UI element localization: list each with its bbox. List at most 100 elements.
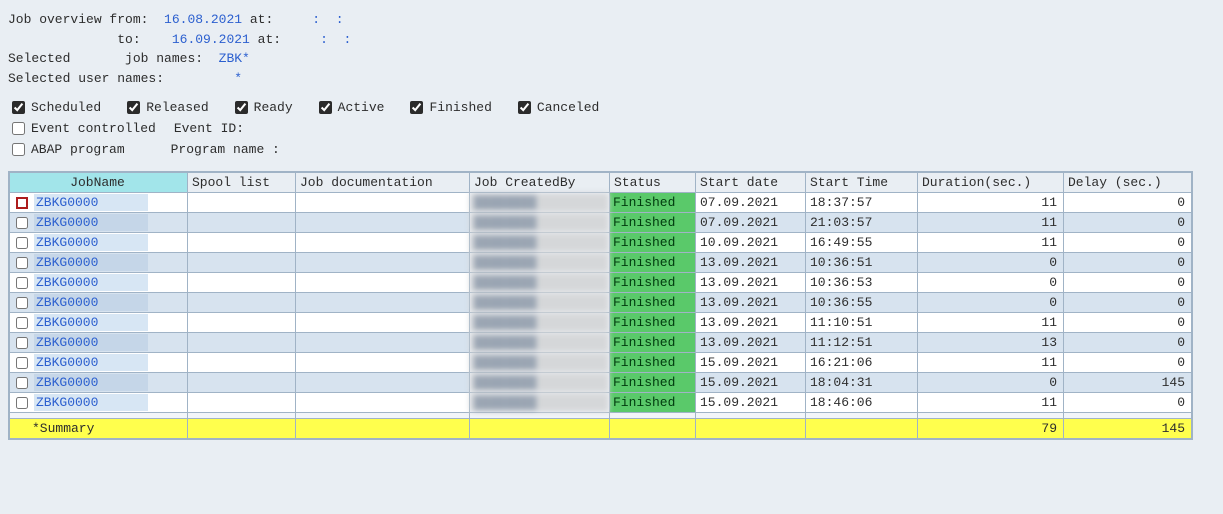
jobname-text: ZBKG0000	[34, 234, 148, 251]
table-row[interactable]: ZBKG0000████████Finished15.09.202118:04:…	[10, 373, 1192, 393]
event-id-label: Event ID:	[174, 121, 244, 136]
jobdoc-cell	[296, 273, 470, 293]
filter-finished[interactable]: Finished	[406, 98, 491, 117]
jobname-text: ZBKG0000	[34, 334, 148, 351]
jobname-text: ZBKG0000	[34, 214, 148, 231]
col-spool[interactable]: Spool list	[188, 173, 296, 193]
row-select-checkbox[interactable]	[16, 297, 28, 309]
col-createdby[interactable]: Job CreatedBy	[470, 173, 610, 193]
row-select-checkbox[interactable]	[16, 257, 28, 269]
row-select-checkbox[interactable]	[16, 377, 28, 389]
at-time-1b: :	[336, 10, 359, 30]
starttime-cell: 21:03:57	[806, 213, 918, 233]
at-time-2b: :	[344, 30, 367, 50]
createdby-cell: ████████	[470, 293, 610, 313]
starttime-cell: 10:36:55	[806, 293, 918, 313]
jobname-cell[interactable]: ZBKG0000	[10, 293, 188, 313]
col-jobdoc[interactable]: Job documentation	[296, 173, 470, 193]
table-row[interactable]: ZBKG0000████████Finished07.09.202121:03:…	[10, 213, 1192, 233]
starttime-cell: 16:49:55	[806, 233, 918, 253]
header-section: Job overview from: 16.08.2021 at: : : to…	[8, 10, 1215, 159]
job-names-label: job names:	[125, 49, 203, 69]
duration-cell: 11	[918, 313, 1064, 333]
table-row[interactable]: ZBKG0000████████Finished15.09.202118:46:…	[10, 393, 1192, 413]
row-select-checkbox[interactable]	[16, 317, 28, 329]
col-delay[interactable]: Delay (sec.)	[1064, 173, 1192, 193]
filter-released[interactable]: Released	[123, 98, 208, 117]
row-select-checkbox[interactable]	[16, 357, 28, 369]
status-cell: Finished	[610, 213, 696, 233]
filter-active[interactable]: Active	[315, 98, 385, 117]
createdby-cell: ████████	[470, 373, 610, 393]
table-row[interactable]: ZBKG0000████████Finished13.09.202111:10:…	[10, 313, 1192, 333]
status-cell: Finished	[610, 393, 696, 413]
jobname-cell[interactable]: ZBKG0000	[10, 253, 188, 273]
startdate-cell: 13.09.2021	[696, 273, 806, 293]
jobdoc-cell	[296, 333, 470, 353]
at-time-1a: :	[297, 10, 336, 30]
table-row[interactable]: ZBKG0000████████Finished10.09.202116:49:…	[10, 233, 1192, 253]
col-startdate[interactable]: Start date	[696, 173, 806, 193]
status-cell: Finished	[610, 353, 696, 373]
row-select-checkbox[interactable]	[16, 277, 28, 289]
startdate-cell: 15.09.2021	[696, 373, 806, 393]
filter-event-controlled[interactable]: Event controlled	[8, 119, 156, 138]
jobdoc-cell	[296, 393, 470, 413]
filter-abap-program[interactable]: ABAP program	[8, 140, 125, 159]
filter-scheduled[interactable]: Scheduled	[8, 98, 101, 117]
starttime-cell: 18:04:31	[806, 373, 918, 393]
createdby-cell: ████████	[470, 253, 610, 273]
delay-cell: 0	[1064, 233, 1192, 253]
spool-cell	[188, 293, 296, 313]
jobname-cell[interactable]: ZBKG0000	[10, 373, 188, 393]
starttime-cell: 18:46:06	[806, 393, 918, 413]
row-select-checkbox[interactable]	[16, 397, 28, 409]
row-select-checkbox[interactable]	[16, 217, 28, 229]
jobdoc-cell	[296, 313, 470, 333]
status-cell: Finished	[610, 233, 696, 253]
job-table-wrap: JobName Spool list Job documentation Job…	[8, 171, 1193, 440]
startdate-cell: 07.09.2021	[696, 193, 806, 213]
jobname-cell[interactable]: ZBKG0000	[10, 273, 188, 293]
jobname-cell[interactable]: ZBKG0000	[10, 313, 188, 333]
col-status[interactable]: Status	[610, 173, 696, 193]
col-duration[interactable]: Duration(sec.)	[918, 173, 1064, 193]
delay-cell: 0	[1064, 393, 1192, 413]
status-cell: Finished	[610, 253, 696, 273]
delay-cell: 145	[1064, 373, 1192, 393]
jobdoc-cell	[296, 293, 470, 313]
startdate-cell: 13.09.2021	[696, 313, 806, 333]
col-starttime[interactable]: Start Time	[806, 173, 918, 193]
filter-ready[interactable]: Ready	[231, 98, 293, 117]
duration-cell: 11	[918, 393, 1064, 413]
table-row[interactable]: ZBKG0000████████Finished13.09.202110:36:…	[10, 253, 1192, 273]
startdate-cell: 13.09.2021	[696, 253, 806, 273]
spool-cell	[188, 193, 296, 213]
at-label-1: at:	[250, 10, 273, 30]
duration-cell: 13	[918, 333, 1064, 353]
jobdoc-cell	[296, 193, 470, 213]
row-select-checkbox[interactable]	[16, 237, 28, 249]
summary-label: *Summary	[10, 419, 188, 439]
col-jobname[interactable]: JobName	[10, 173, 188, 193]
jobname-cell[interactable]: ZBKG0000	[10, 233, 188, 253]
jobname-cell[interactable]: ZBKG0000	[10, 393, 188, 413]
jobname-text: ZBKG0000	[34, 314, 148, 331]
status-cell: Finished	[610, 293, 696, 313]
table-row[interactable]: ZBKG0000████████Finished13.09.202110:36:…	[10, 273, 1192, 293]
filter-canceled[interactable]: Canceled	[514, 98, 599, 117]
starttime-cell: 11:12:51	[806, 333, 918, 353]
spool-cell	[188, 353, 296, 373]
jobname-cell[interactable]: ZBKG0000	[10, 353, 188, 373]
status-cell: Finished	[610, 313, 696, 333]
row-select-checkbox[interactable]	[16, 197, 28, 209]
jobname-cell[interactable]: ZBKG0000	[10, 213, 188, 233]
table-row[interactable]: ZBKG0000████████Finished15.09.202116:21:…	[10, 353, 1192, 373]
table-row[interactable]: ZBKG0000████████Finished13.09.202110:36:…	[10, 293, 1192, 313]
row-select-checkbox[interactable]	[16, 337, 28, 349]
table-row[interactable]: ZBKG0000████████Finished13.09.202111:12:…	[10, 333, 1192, 353]
duration-cell: 0	[918, 253, 1064, 273]
table-row[interactable]: ZBKG0000████████Finished07.09.202118:37:…	[10, 193, 1192, 213]
jobname-cell[interactable]: ZBKG0000	[10, 193, 188, 213]
jobname-cell[interactable]: ZBKG0000	[10, 333, 188, 353]
